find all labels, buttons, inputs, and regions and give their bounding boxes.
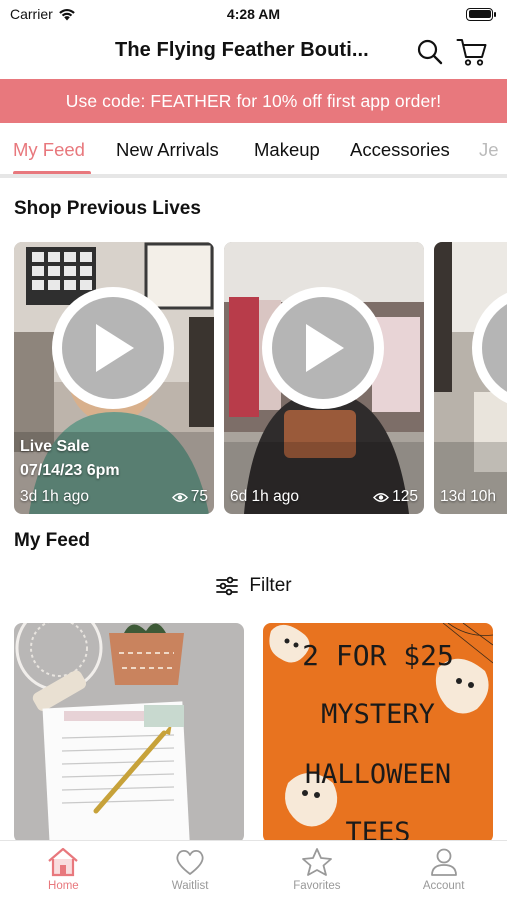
filter-sliders-icon <box>216 576 239 596</box>
promo-text: Use code: FEATHER for 10% off first app … <box>65 90 442 111</box>
status-left: Carrier <box>10 6 76 22</box>
filter-label: Filter <box>249 575 292 596</box>
wifi-icon <box>58 8 75 20</box>
app-header: The Flying Feather Bouti... <box>0 30 507 76</box>
product-image <box>14 623 244 843</box>
eye-icon <box>373 492 390 502</box>
tab-accessories[interactable]: Accessories <box>350 139 450 161</box>
live-card[interactable]: Live Sale 07/14/23 6pm 3d 1h ago 75 <box>14 242 214 514</box>
section-title-previous-lives: Shop Previous Lives <box>14 198 201 219</box>
live-time-ago: 6d 1h ago <box>230 488 299 505</box>
view-count: 75 <box>171 488 208 506</box>
live-caption-title: Live Sale <box>20 438 90 455</box>
search-icon <box>417 39 443 65</box>
active-tab-indicator <box>13 171 91 174</box>
tab-jewelry[interactable]: Je <box>479 139 499 161</box>
status-time: 4:28 AM <box>226 6 281 22</box>
cart-button[interactable] <box>456 36 488 68</box>
play-button[interactable] <box>52 287 174 409</box>
app-title: The Flying Feather Bouti... <box>115 39 369 61</box>
section-title-my-feed: My Feed <box>14 530 91 551</box>
live-time-ago: 13d 10h <box>440 488 497 505</box>
previous-lives-carousel[interactable]: Live Sale 07/14/23 6pm 3d 1h ago 75 6d 1… <box>14 242 507 514</box>
view-count-value: 75 <box>190 488 208 505</box>
nav-label-favorites: Favorites <box>293 880 341 892</box>
view-count-value: 125 <box>392 488 418 505</box>
live-meta: 3d 1h ago 75 <box>20 488 208 506</box>
battery-icon <box>466 7 496 21</box>
live-card[interactable]: 6d 1h ago 125 <box>224 242 424 514</box>
filter-button[interactable]: Filter <box>0 575 507 597</box>
product-graphic-line-3: HALLOWEEN <box>305 759 451 790</box>
play-icon <box>306 324 344 372</box>
product-card[interactable] <box>14 623 244 843</box>
eye-icon <box>171 492 188 502</box>
product-graphic-line-1: 2 FOR $25 <box>302 639 454 672</box>
live-meta: 13d 10h <box>440 488 507 506</box>
tab-my-feed[interactable]: My Feed <box>13 139 85 161</box>
search-button[interactable] <box>414 36 446 68</box>
live-card[interactable]: 13d 10h <box>434 242 507 514</box>
promo-banner[interactable]: Use code: FEATHER for 10% off first app … <box>0 79 507 123</box>
tab-new-arrivals[interactable]: New Arrivals <box>116 139 219 161</box>
nav-label-waitlist: Waitlist <box>171 880 209 892</box>
nav-favorites[interactable]: Favorites <box>254 841 381 900</box>
nav-home[interactable]: Home <box>0 841 127 900</box>
nav-label-account: Account <box>422 880 465 892</box>
nav-account[interactable]: Account <box>380 841 507 900</box>
carrier-label: Carrier <box>10 6 53 22</box>
star-icon <box>301 848 332 876</box>
category-tabs: My Feed New Arrivals Makeup Accessories … <box>0 123 507 178</box>
status-bar: Carrier 4:28 AM <box>0 0 507 28</box>
product-image: 2 FOR $25 MYSTERY HALLOWEEN TEES <box>263 623 493 843</box>
live-caption-date: 07/14/23 6pm <box>20 462 120 479</box>
home-icon <box>48 847 79 877</box>
play-icon <box>96 324 134 372</box>
live-meta: 6d 1h ago 125 <box>230 488 418 506</box>
bottom-nav: Home Waitlist Favorites Account <box>0 840 507 900</box>
live-time-ago: 3d 1h ago <box>20 488 89 505</box>
cart-icon <box>456 39 487 66</box>
product-graphic-line-2: MYSTERY <box>321 699 435 730</box>
play-button[interactable] <box>262 287 384 409</box>
heart-icon <box>176 849 204 875</box>
nav-waitlist[interactable]: Waitlist <box>127 841 254 900</box>
account-icon <box>430 848 457 876</box>
view-count: 125 <box>373 488 418 506</box>
nav-label-home: Home <box>48 880 79 892</box>
tab-makeup[interactable]: Makeup <box>254 139 320 161</box>
product-card[interactable]: 2 FOR $25 MYSTERY HALLOWEEN TEES <box>263 623 493 843</box>
